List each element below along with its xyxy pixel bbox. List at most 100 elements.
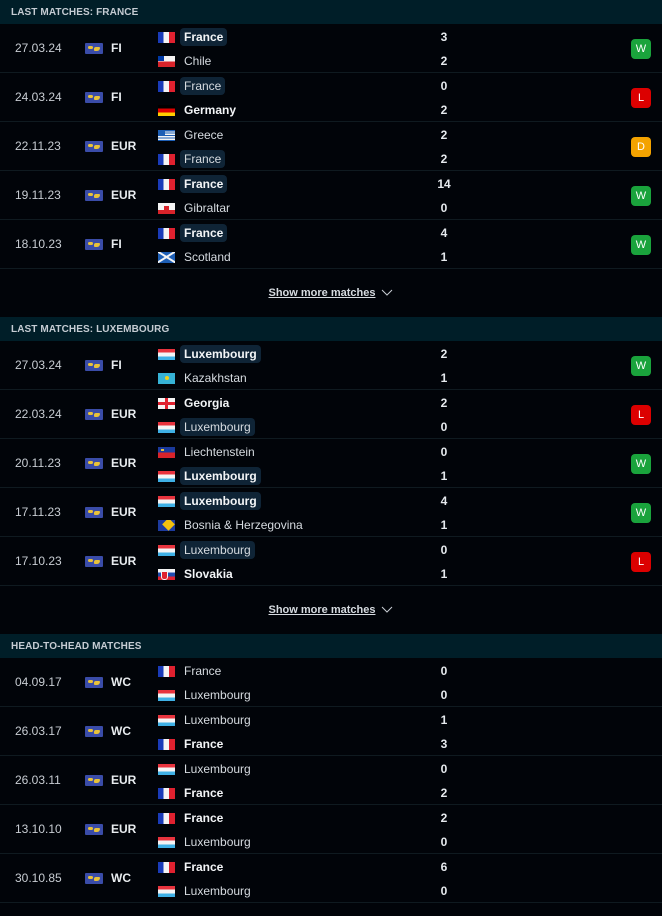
world-competition-icon bbox=[85, 507, 103, 518]
competition-code: WC bbox=[111, 871, 131, 885]
home-team: Luxembourg bbox=[158, 492, 261, 510]
world-competition-icon bbox=[85, 458, 103, 469]
show-more-label: Show more matches bbox=[268, 604, 376, 616]
away-team: Luxembourg bbox=[158, 467, 261, 485]
away-team: Luxembourg bbox=[158, 833, 255, 851]
competition-code: FI bbox=[111, 41, 122, 55]
home-score: 4 bbox=[440, 494, 448, 508]
result-badge: D bbox=[631, 137, 651, 157]
home-team: France bbox=[158, 858, 227, 876]
home-team-name: France bbox=[184, 811, 224, 825]
luxembourg-flag-icon bbox=[158, 348, 175, 360]
match-row[interactable]: 13.10.10 EUR France Luxembourg 2 0 bbox=[0, 805, 662, 854]
away-team: Luxembourg bbox=[158, 882, 255, 900]
france-flag-icon bbox=[158, 787, 175, 799]
home-team: France bbox=[158, 224, 228, 242]
away-team-name: Luxembourg bbox=[184, 884, 251, 898]
france-flag-icon bbox=[158, 31, 175, 43]
france-flag-icon bbox=[158, 812, 175, 824]
france-flag-icon bbox=[158, 227, 175, 239]
away-team-name: Scotland bbox=[184, 250, 231, 264]
away-team-name: Luxembourg bbox=[180, 467, 261, 485]
away-team-name: France bbox=[184, 786, 224, 800]
section-last-matches-france: LAST MATCHES: FRANCE 27.03.24 FI France … bbox=[0, 0, 662, 317]
scotland-flag-icon bbox=[158, 251, 175, 263]
home-team: France bbox=[158, 662, 225, 680]
result-badge: L bbox=[631, 88, 651, 108]
france-flag-icon bbox=[158, 178, 175, 190]
away-team: Slovakia bbox=[158, 565, 237, 583]
match-row[interactable]: 26.03.11 EUR Luxembourg France 0 2 bbox=[0, 756, 662, 805]
bosnia-flag-icon bbox=[158, 519, 175, 531]
away-team: Scotland bbox=[158, 248, 235, 266]
competition-code: EUR bbox=[111, 407, 137, 421]
away-score: 2 bbox=[440, 54, 448, 68]
germany-flag-icon bbox=[158, 104, 175, 116]
home-team: France bbox=[158, 28, 228, 46]
world-competition-icon bbox=[85, 873, 103, 884]
chile-flag-icon bbox=[158, 55, 175, 67]
away-team-name: France bbox=[184, 737, 224, 751]
away-team: France bbox=[158, 784, 227, 802]
away-team: Luxembourg bbox=[158, 686, 255, 704]
home-team: Greece bbox=[158, 126, 227, 144]
world-competition-icon bbox=[85, 141, 103, 152]
match-row[interactable]: 26.03.17 WC Luxembourg France 1 3 bbox=[0, 707, 662, 756]
competition-code: WC bbox=[111, 724, 131, 738]
world-competition-icon bbox=[85, 92, 103, 103]
away-score: 0 bbox=[440, 201, 448, 215]
section-title: LAST MATCHES: FRANCE bbox=[0, 0, 662, 24]
home-team: France bbox=[158, 175, 228, 193]
match-row[interactable]: 19.11.23 EUR France Gibraltar 14 0 W bbox=[0, 171, 662, 220]
section-last-matches-luxembourg: LAST MATCHES: LUXEMBOURG 27.03.24 FI Lux… bbox=[0, 317, 662, 634]
match-list: 04.09.17 WC France Luxembourg 0 0 26.03.… bbox=[0, 658, 662, 903]
home-team: Liechtenstein bbox=[158, 443, 259, 461]
home-team: Georgia bbox=[158, 394, 233, 412]
competition-code: FI bbox=[111, 237, 122, 251]
luxembourg-flag-icon bbox=[158, 544, 175, 556]
home-team-name: Georgia bbox=[184, 396, 230, 410]
show-more-container: Show more matches bbox=[0, 269, 662, 317]
france-flag-icon bbox=[158, 153, 175, 165]
home-score: 0 bbox=[440, 664, 448, 678]
home-score: 6 bbox=[440, 860, 448, 874]
show-more-container: Show more matches bbox=[0, 586, 662, 634]
match-row[interactable]: 20.11.23 EUR Liechtenstein Luxembourg 0 … bbox=[0, 439, 662, 488]
away-team-name: Luxembourg bbox=[180, 418, 255, 436]
home-team: Luxembourg bbox=[158, 345, 261, 363]
match-row[interactable]: 22.11.23 EUR Greece France 2 2 D bbox=[0, 122, 662, 171]
away-score: 1 bbox=[440, 567, 448, 581]
match-row[interactable]: 18.10.23 FI France Scotland 4 1 W bbox=[0, 220, 662, 269]
chevron-down-icon bbox=[382, 606, 393, 613]
home-team-name: France bbox=[180, 77, 226, 95]
section-title: LAST MATCHES: LUXEMBOURG bbox=[0, 317, 662, 341]
home-score: 4 bbox=[440, 226, 448, 240]
match-date: 22.11.23 bbox=[15, 139, 61, 153]
match-list: 27.03.24 FI Luxembourg Kazakhstan 2 1 W … bbox=[0, 341, 662, 586]
match-row[interactable]: 24.03.24 FI France Germany 0 2 L bbox=[0, 73, 662, 122]
match-row[interactable]: 17.10.23 EUR Luxembourg Slovakia 0 1 L bbox=[0, 537, 662, 586]
world-competition-icon bbox=[85, 775, 103, 786]
away-team-name: Slovakia bbox=[184, 567, 233, 581]
home-team-name: Luxembourg bbox=[180, 345, 261, 363]
match-row[interactable]: 30.10.85 WC France Luxembourg 6 0 bbox=[0, 854, 662, 903]
home-team-name: France bbox=[184, 664, 222, 678]
show-more-matches-link[interactable]: Show more matches bbox=[269, 287, 394, 299]
home-team-name: Luxembourg bbox=[180, 541, 255, 559]
france-flag-icon bbox=[158, 665, 175, 677]
france-flag-icon bbox=[158, 861, 175, 873]
result-badge: L bbox=[631, 552, 651, 572]
match-date: 30.10.85 bbox=[15, 871, 62, 885]
match-row[interactable]: 17.11.23 EUR Luxembourg Bosnia & Herzego… bbox=[0, 488, 662, 537]
section-title: HEAD-TO-HEAD MATCHES bbox=[0, 634, 662, 658]
away-score: 0 bbox=[440, 835, 448, 849]
away-team-name: Kazakhstan bbox=[184, 371, 247, 385]
home-team: France bbox=[158, 77, 226, 95]
match-row[interactable]: 27.03.24 FI Luxembourg Kazakhstan 2 1 W bbox=[0, 341, 662, 390]
match-row[interactable]: 27.03.24 FI France Chile 3 2 W bbox=[0, 24, 662, 73]
competition-code: EUR bbox=[111, 773, 137, 787]
show-more-matches-link[interactable]: Show more matches bbox=[269, 604, 394, 616]
match-row[interactable]: 22.03.24 EUR Georgia Luxembourg 2 0 L bbox=[0, 390, 662, 439]
home-score: 0 bbox=[440, 79, 448, 93]
match-row[interactable]: 04.09.17 WC France Luxembourg 0 0 bbox=[0, 658, 662, 707]
